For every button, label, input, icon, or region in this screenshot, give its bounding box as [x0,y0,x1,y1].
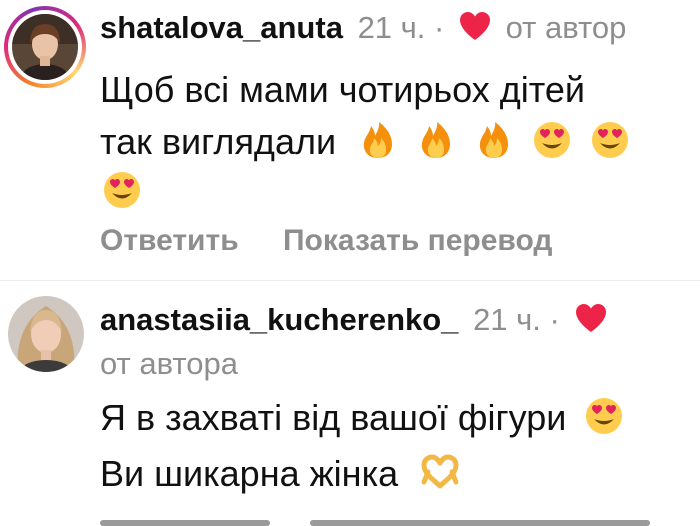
divider [0,280,700,281]
avatar-photo [12,14,78,80]
heart-eyes-emoji [104,172,140,208]
avatar[interactable] [12,14,78,80]
comment-header: shatalova_anuta 21 ч. · от автор [100,10,626,49]
comment-text-line: Щоб всі мами чотирьох дітей [100,69,585,110]
heart-eyes-emoji [586,398,623,434]
avatar[interactable] [8,296,84,372]
comment-actions: Ответить Показать перевод [100,224,588,258]
author-badge: от автор [505,10,627,45]
comment-text-line: Ви шикарна жінка [100,450,624,498]
heart-eyes-emoji [592,122,629,158]
comment-text-line [100,168,630,216]
fire-emoji [479,122,509,158]
heart-hands-emoji [421,454,459,489]
clipped-actions [100,512,700,526]
comment-text-line: так виглядали [100,118,630,166]
avatar-photo [8,296,84,372]
comment-text: Я в захваті від вашої фігури Ви шикарна … [100,394,624,498]
comment-text: Щоб всі мами чотирьох дітей так виглядал… [100,66,630,216]
username[interactable]: anastasiia_kucherenko_ [100,302,458,337]
fire-emoji [363,122,393,158]
separator-dot: · [549,302,560,337]
comment-text-fragment: Я в захваті від вашої фігури [100,397,567,438]
translate-button[interactable]: Показать перевод [283,224,552,257]
heart-eyes-emoji [534,122,571,158]
comment-header: anastasiia_kucherenko_ 21 ч. · [100,302,613,341]
comment-time: 21 ч. [473,302,541,337]
liked-heart-icon [459,11,491,49]
username[interactable]: shatalova_anuta [100,10,343,45]
reply-button[interactable]: Ответить [100,224,239,257]
comment-text-fragment: Ви шикарна жінка [100,453,399,494]
comment-text-line: Я в захваті від вашої фігури [100,394,624,442]
liked-heart-icon [575,303,607,341]
comment-text-fragment: так виглядали [100,121,337,162]
author-badge: от автора [100,346,238,381]
comment-time: 21 ч. [357,10,426,45]
fire-emoji [421,122,451,158]
separator-dot: · [434,10,445,45]
